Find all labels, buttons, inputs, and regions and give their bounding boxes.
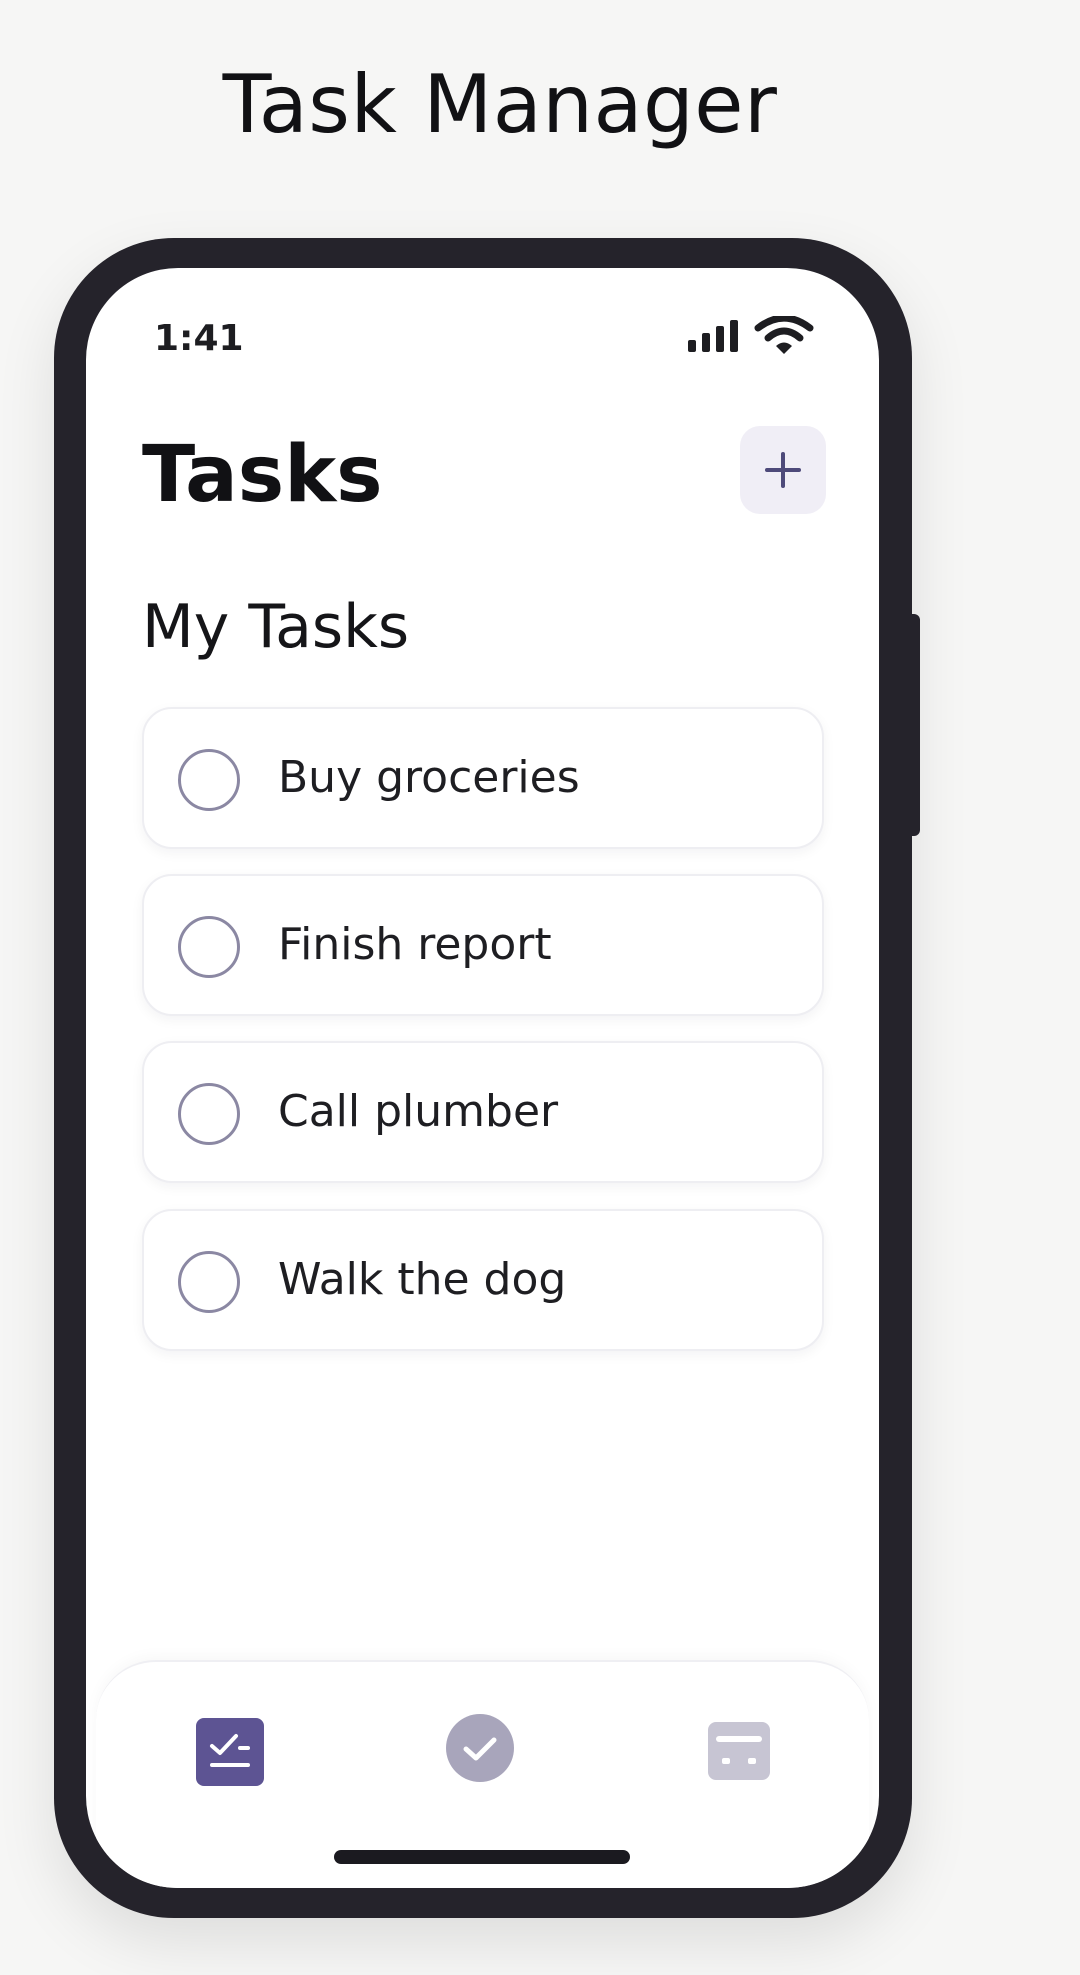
task-label: Call plumber (278, 1086, 559, 1137)
task-label: Finish report (278, 919, 552, 970)
task-checkbox[interactable] (178, 1083, 240, 1145)
page-heading: Task Manager (222, 58, 778, 151)
task-checkbox[interactable] (178, 749, 240, 811)
task-label: Buy groceries (278, 752, 580, 803)
calendar-icon (708, 1722, 770, 1780)
task-item[interactable]: Walk the dog (142, 1209, 824, 1351)
screen-title: Tasks (142, 430, 383, 520)
task-item[interactable]: Call plumber (142, 1041, 824, 1183)
status-time: 1:41 (154, 318, 244, 359)
signal-bars-icon (688, 320, 738, 352)
tab-tasks[interactable] (196, 1718, 264, 1786)
section-title: My Tasks (142, 592, 410, 662)
phone-side-button (910, 614, 920, 836)
task-checkbox[interactable] (178, 1251, 240, 1313)
check-circle-icon (446, 1714, 514, 1782)
task-checkbox[interactable] (178, 916, 240, 978)
task-item[interactable]: Buy groceries (142, 707, 824, 849)
task-label: Walk the dog (278, 1254, 567, 1305)
home-indicator (334, 1850, 630, 1864)
page: Task Manager 1:41 Tasks My Tasks Buy gro… (0, 0, 1080, 1975)
tab-calendar[interactable] (708, 1722, 770, 1780)
tab-completed[interactable] (444, 1712, 516, 1784)
add-task-button[interactable] (740, 426, 826, 514)
wifi-icon (754, 316, 814, 354)
plus-icon (765, 452, 801, 488)
task-item[interactable]: Finish report (142, 874, 824, 1016)
phone-screen: 1:41 Tasks My Tasks Buy groceries Finish… (86, 268, 879, 1888)
checklist-icon (196, 1718, 264, 1786)
